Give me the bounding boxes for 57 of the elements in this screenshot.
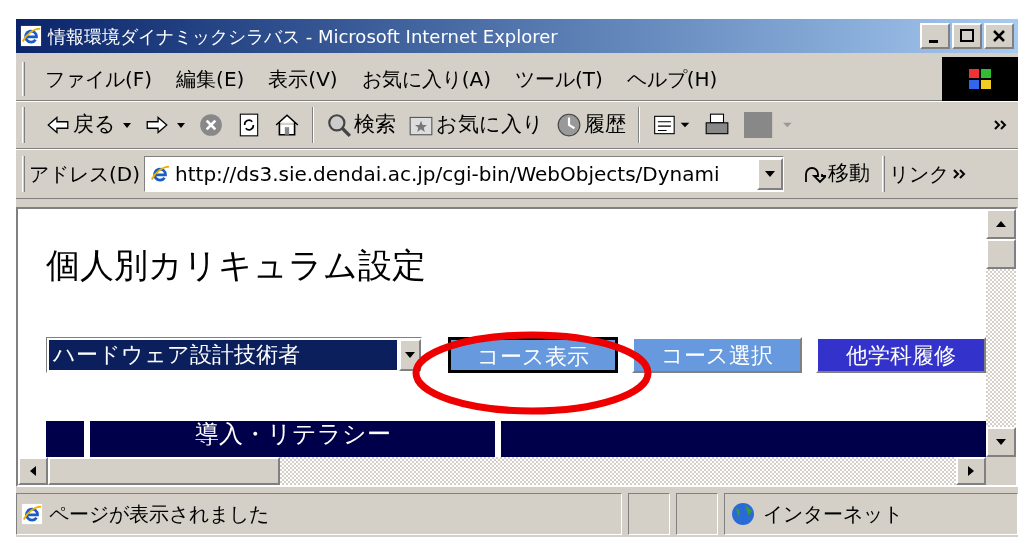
menu-item[interactable]: 編集(E) — [170, 63, 251, 94]
scroll-down-button[interactable] — [986, 427, 1016, 457]
menu-item[interactable]: ファイル(F) — [39, 63, 159, 94]
back-button[interactable]: 戻る — [39, 105, 138, 145]
page-icon — [21, 503, 43, 525]
scroll-thumb[interactable] — [48, 457, 280, 485]
menu-item[interactable]: ツール(T) — [508, 63, 609, 94]
scroll-up-button[interactable] — [986, 209, 1016, 239]
clock-icon — [556, 112, 582, 138]
caret-icon — [122, 120, 132, 130]
table-header-cell: 導入・リテラシー — [90, 421, 495, 457]
caret-icon — [176, 120, 186, 130]
scrollbar-corner — [986, 457, 1016, 485]
scroll-left-button[interactable] — [18, 457, 48, 485]
menu-item[interactable]: ヘルプ(H) — [620, 63, 724, 94]
left-arrow-icon — [29, 465, 37, 477]
close-button[interactable] — [984, 23, 1014, 49]
status-text: ページが表示されました — [49, 501, 269, 528]
page-heading: 個人別カリキュラム設定 — [46, 245, 427, 285]
horizontal-scrollbar[interactable] — [18, 457, 1016, 485]
course-button[interactable]: 他学科履修 — [816, 337, 986, 373]
more-chevron-icon — [953, 168, 967, 180]
globe-icon — [731, 502, 755, 526]
course-select[interactable]: ハードウェア設計技術者 — [46, 337, 422, 373]
address-label: アドレス(D) — [29, 161, 140, 188]
minimize-button[interactable] — [920, 23, 950, 49]
browser-logo-icon — [20, 25, 42, 47]
stop-icon — [198, 112, 224, 138]
history-button[interactable]: 履歴 — [550, 105, 632, 145]
minimize-icon — [928, 39, 938, 43]
favorites-button[interactable]: お気に入り — [402, 105, 550, 145]
status-panel — [628, 493, 670, 535]
right-arrow-icon — [967, 465, 975, 477]
search-button[interactable]: 検索 — [320, 105, 402, 145]
menu-item[interactable]: お気に入り(A) — [355, 63, 497, 94]
go-button[interactable]: 移動 — [802, 158, 870, 190]
maximize-button[interactable] — [952, 23, 982, 49]
window-title: 情報環境ダイナミックシラバス - Microsoft Internet Explorer — [48, 24, 558, 49]
address-field[interactable]: http://ds3.sie.dendai.ac.jp/cgi-bin/WebObjects/Dynami — [144, 156, 784, 192]
down-arrow-icon — [995, 438, 1007, 446]
table-header-cell — [46, 421, 84, 457]
windows-logo-icon — [942, 56, 1018, 101]
links-button[interactable]: リンク — [889, 159, 967, 189]
menu-item[interactable]: 表示(V) — [262, 63, 344, 94]
close-icon — [991, 28, 1007, 44]
status-panel — [676, 493, 718, 535]
up-arrow-icon — [995, 220, 1007, 228]
search-icon — [326, 112, 352, 138]
vertical-scrollbar[interactable] — [986, 209, 1016, 457]
caret-icon — [404, 351, 416, 359]
home-icon — [274, 112, 300, 138]
zone-text: インターネット — [763, 501, 903, 528]
caret-icon — [764, 170, 776, 178]
more-chevron-icon[interactable] — [994, 119, 1008, 131]
scroll-right-button[interactable] — [956, 457, 986, 485]
scroll-thumb[interactable] — [986, 239, 1016, 269]
maximize-icon — [959, 28, 975, 44]
